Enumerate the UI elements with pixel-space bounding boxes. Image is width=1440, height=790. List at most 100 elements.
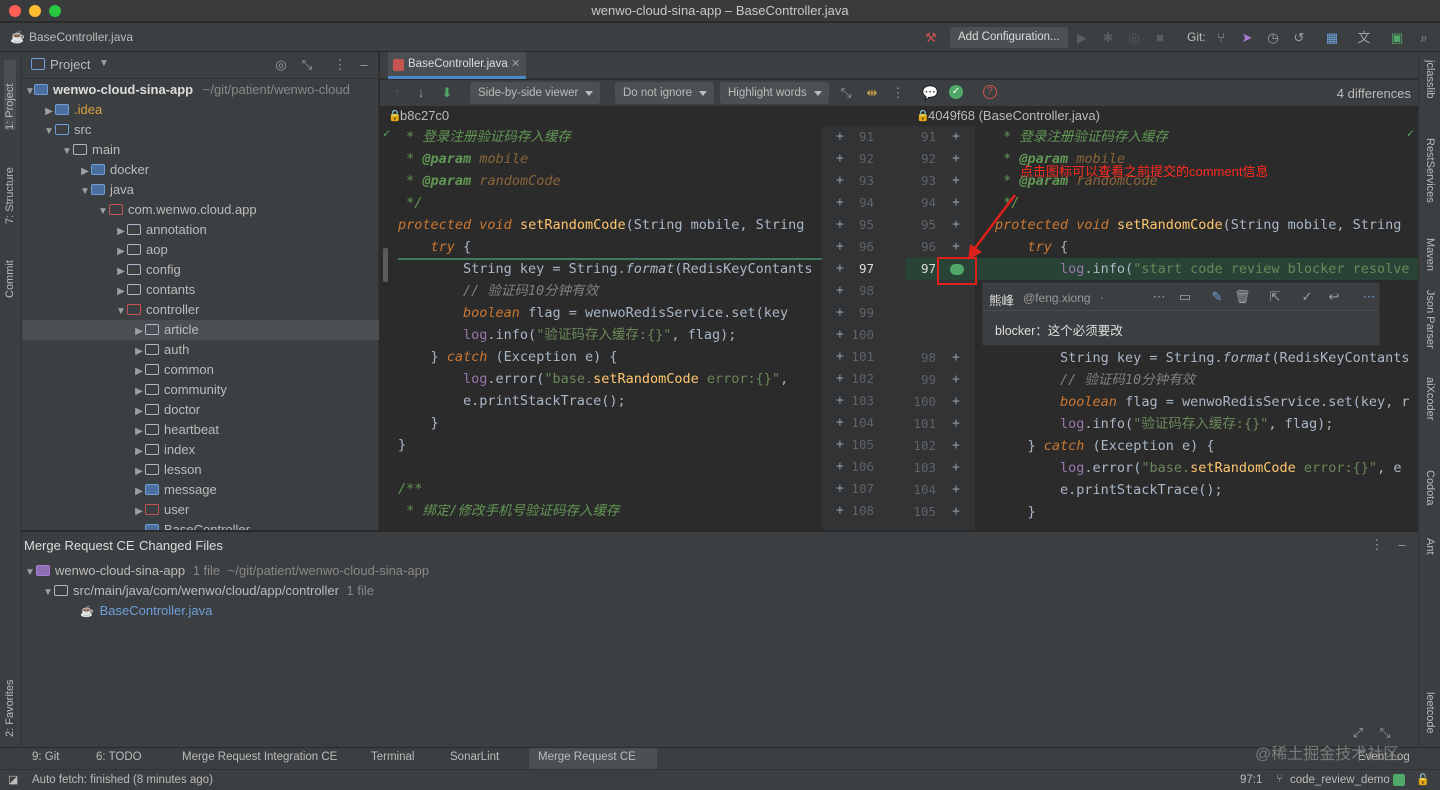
tab-restservices[interactable]: RestServices (1424, 138, 1436, 203)
change-plus-icon[interactable]: + (836, 390, 844, 412)
tree-item[interactable]: ▼ main (22, 140, 379, 160)
change-plus-icon[interactable]: + (836, 170, 844, 192)
project-view-selector[interactable]: Project (50, 57, 90, 72)
tool-merge-request-ce[interactable]: Merge Request CE (538, 751, 636, 763)
prev-difference-icon[interactable]: ↑ (389, 85, 405, 101)
change-plus-icon[interactable]: + (952, 347, 960, 369)
change-plus-icon[interactable]: + (836, 236, 844, 258)
change-plus-icon[interactable]: + (836, 126, 844, 148)
status-icon[interactable]: ◪ (8, 773, 18, 786)
highlight-mode-dropdown[interactable]: Highlight words (720, 82, 829, 104)
git-update-icon[interactable]: ⑂ (1213, 30, 1229, 46)
add-configuration-button[interactable]: Add Configuration... (950, 27, 1068, 48)
chevron-down-icon[interactable]: ▼ (99, 58, 109, 69)
change-plus-icon[interactable]: + (952, 435, 960, 457)
reply-icon[interactable]: ↩ (1326, 289, 1342, 305)
tree-item[interactable]: ▶ config (22, 260, 379, 280)
tool-git[interactable]: 9: Git (32, 751, 59, 763)
comment-popup[interactable]: 熊峰 @feng.xiong · ⋯ ▭ ✎ 🗑 ⇱ ✓ ↩ ⋯ blocker… (982, 282, 1380, 346)
hide-panel-icon[interactable]: – (1394, 537, 1410, 553)
coverage-icon[interactable]: ◎ (1126, 30, 1142, 46)
tab-codota[interactable]: Codota (1424, 470, 1436, 505)
lock-icon[interactable]: 🔓 (1416, 773, 1430, 786)
change-plus-icon[interactable]: + (836, 434, 844, 456)
close-window-button[interactable] (9, 5, 21, 17)
left-code-pane[interactable]: ✓ * 登录注册验证码存入缓存 * @param mobile * @param… (380, 126, 822, 530)
change-plus-icon[interactable]: + (836, 324, 844, 346)
stop-icon[interactable]: ■ (1152, 30, 1168, 46)
change-plus-icon[interactable]: + (952, 457, 960, 479)
change-plus-icon[interactable]: + (836, 148, 844, 170)
open-external-icon[interactable]: ⇱ (1267, 289, 1283, 305)
tab-commit[interactable]: Commit (4, 238, 16, 298)
tree-item[interactable]: ▶ common (22, 360, 379, 380)
tree-item[interactable]: ▶ contants (22, 280, 379, 300)
change-plus-icon[interactable]: + (836, 214, 844, 236)
tool-sonarlint[interactable]: SonarLint (450, 751, 499, 763)
tree-item[interactable]: ▶ message (22, 480, 379, 500)
tool-merge-request-integration[interactable]: Merge Request Integration CE (182, 751, 337, 763)
tab-changed-files[interactable]: Changed Files (139, 538, 223, 553)
collapse-icon[interactable]: ⤡ (299, 57, 315, 73)
tree-root[interactable]: ▼ wenwo-cloud-sina-app ~/git/patient/wenw… (22, 80, 379, 100)
tree-item[interactable]: ▶ aop (22, 240, 379, 260)
change-plus-icon[interactable]: + (952, 170, 960, 192)
hide-panel-icon[interactable]: – (356, 57, 372, 73)
tree-item[interactable]: ▶ user (22, 500, 379, 520)
tab-merge-request[interactable]: Merge Request CE (24, 538, 135, 553)
translate-icon[interactable]: 文 (1356, 30, 1372, 46)
close-tab-icon[interactable]: ✕ (511, 57, 520, 70)
change-plus-icon[interactable]: + (836, 258, 844, 280)
more-options-icon[interactable]: ⋯ (1361, 289, 1377, 305)
more-icon[interactable]: ⋯ (1151, 289, 1167, 305)
changed-dir-row[interactable]: ▼ src/main/java/com/wenwo/cloud/app/contr… (22, 581, 1418, 601)
tree-item[interactable]: ▶ article (22, 320, 379, 340)
more-options-icon[interactable]: ⋮ (332, 57, 348, 73)
git-push-icon[interactable]: ➤ (1239, 30, 1255, 46)
approve-icon[interactable]: ✓ (949, 85, 963, 99)
changed-file-row[interactable]: ☕ BaseController.java (22, 601, 1418, 621)
window-icon[interactable]: ▭ (1177, 289, 1193, 305)
search-everywhere-icon[interactable]: ⌕ (1416, 30, 1432, 46)
collapse-unchanged-icon[interactable]: ⤡ (838, 85, 854, 101)
change-plus-icon[interactable]: + (836, 192, 844, 214)
change-plus-icon[interactable]: + (836, 346, 844, 368)
tab-jclasslib[interactable]: jclasslib (1424, 60, 1436, 99)
tree-item[interactable]: ▶ docker (22, 160, 379, 180)
change-plus-icon[interactable]: + (952, 214, 960, 236)
changed-repo-row[interactable]: ▼ wenwo-cloud-sina-app 1 file ~/git/patie… (22, 561, 1418, 581)
tab-favorites[interactable]: 2: Favorites (4, 657, 16, 737)
help-icon[interactable]: ? (983, 85, 997, 99)
editor-tab[interactable]: BaseController.java ✕ (388, 52, 526, 79)
jump-to-source-icon[interactable]: ⬇ (439, 85, 455, 101)
git-history-icon[interactable]: ◷ (1265, 30, 1281, 46)
tree-item[interactable]: ▼ controller (22, 300, 379, 320)
tree-item[interactable]: ▶ index (22, 440, 379, 460)
change-plus-icon[interactable]: + (836, 478, 844, 500)
delete-icon[interactable]: 🗑 (1234, 289, 1251, 305)
viewer-mode-dropdown[interactable]: Side-by-side viewer (470, 82, 601, 104)
tab-json-parser[interactable]: Json Parser (1424, 290, 1436, 349)
diff-settings-icon[interactable]: ⋮ (890, 85, 906, 101)
more-options-icon[interactable]: ⋮ (1369, 537, 1385, 553)
change-plus-icon[interactable]: + (836, 412, 844, 434)
tab-project[interactable]: 1: Project (4, 60, 16, 130)
tree-item[interactable]: ▶ .idea (22, 100, 379, 120)
expand-icon[interactable]: ⤢ (1350, 725, 1366, 741)
cursor-position[interactable]: 97:1 (1240, 774, 1262, 786)
debug-icon[interactable]: ✱ (1100, 30, 1116, 46)
hammer-icon[interactable]: ⚒ (923, 30, 939, 46)
tab-aixcoder[interactable]: aiXcoder (1424, 377, 1436, 420)
edit-icon[interactable]: ✎ (1209, 289, 1225, 305)
change-plus-icon[interactable]: + (952, 369, 960, 391)
tree-item[interactable]: ▶ annotation (22, 220, 379, 240)
collapse-icon[interactable]: ⤡ (1377, 725, 1393, 741)
tree-item[interactable]: ▼ src (22, 120, 379, 140)
change-plus-icon[interactable]: + (836, 456, 844, 478)
next-difference-icon[interactable]: ↓ (413, 85, 429, 101)
tool-todo[interactable]: 6: TODO (96, 751, 142, 763)
zoom-window-button[interactable] (49, 5, 61, 17)
tab-leetcode[interactable]: leetcode (1424, 692, 1436, 734)
tab-structure[interactable]: 7: Structure (4, 144, 16, 224)
tree-item[interactable]: ▶ community (22, 380, 379, 400)
